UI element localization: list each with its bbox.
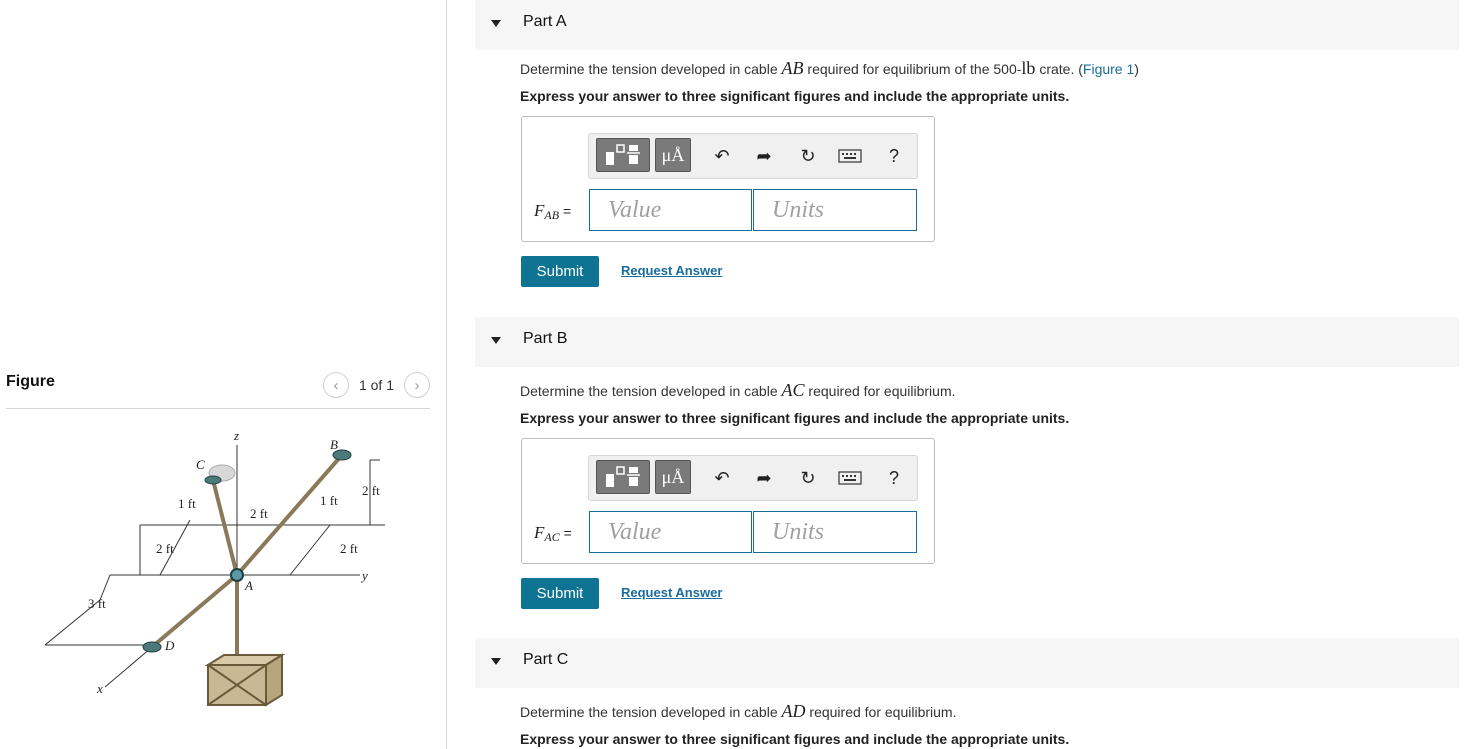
part-a-submit-button[interactable]: Submit — [521, 256, 599, 287]
redo-icon[interactable]: ➦ — [751, 464, 777, 492]
label-z: z — [233, 428, 239, 443]
part-b-submit-button[interactable]: Submit — [521, 578, 599, 609]
label-dim-2ft-right-top: 2 ft — [362, 483, 380, 498]
part-a-request-answer-link[interactable]: Request Answer — [621, 263, 722, 278]
units-button[interactable]: μÅ — [655, 460, 691, 494]
reset-icon[interactable]: ↻ — [795, 142, 821, 170]
chevron-right-icon[interactable]: › — [404, 372, 430, 398]
label-dim-1ft-left: 1 ft — [178, 496, 196, 511]
label-y: y — [360, 568, 368, 583]
label-c: C — [196, 457, 205, 472]
part-c-question: Determine the tension developed in cable… — [520, 701, 957, 721]
part-a-question: Determine the tension developed in cable… — [520, 58, 1139, 78]
part-c-instruction: Express your answer to three significant… — [520, 731, 1070, 747]
templates-icon[interactable] — [596, 460, 650, 494]
part-b-instruction: Express your answer to three significant… — [520, 410, 1070, 426]
part-a-instruction: Express your answer to three significant… — [520, 88, 1070, 104]
label-b: B — [330, 437, 338, 452]
label-dim-3ft: 3 ft — [88, 596, 106, 611]
part-a-header[interactable]: Part A — [475, 0, 1459, 50]
part-a-units-input[interactable]: Units — [753, 189, 917, 231]
part-c-label: Part C — [523, 651, 569, 668]
reset-icon[interactable]: ↻ — [795, 464, 821, 492]
math-toolbar: μÅ ↶ ➦ ↻ ? — [588, 133, 918, 179]
part-b-question: Determine the tension developed in cable… — [520, 380, 956, 400]
figure-link[interactable]: Figure 1 — [1083, 61, 1134, 77]
part-b-request-answer-link[interactable]: Request Answer — [621, 585, 722, 600]
part-b-label: Part B — [523, 330, 568, 347]
undo-icon[interactable]: ↶ — [709, 142, 735, 170]
label-dim-2ft-right: 2 ft — [340, 541, 358, 556]
label-x: x — [96, 681, 103, 696]
part-a-label: Part A — [523, 13, 567, 30]
label-dim-1ft-mid: 1 ft — [320, 493, 338, 508]
label-a: A — [244, 578, 253, 593]
label-d: D — [164, 638, 175, 653]
collapse-triangle-icon[interactable] — [491, 337, 501, 344]
part-a-variable-label: FAB = — [534, 201, 572, 222]
label-dim-2ft-mid: 2 ft — [250, 506, 268, 521]
part-c-header[interactable]: Part C — [475, 638, 1459, 688]
keyboard-icon[interactable] — [837, 464, 863, 492]
undo-icon[interactable]: ↶ — [709, 464, 735, 492]
redo-icon[interactable]: ➦ — [751, 142, 777, 170]
keyboard-icon[interactable] — [837, 142, 863, 170]
figure-pager: ‹ 1 of 1 › — [322, 372, 430, 398]
problem-parts: Part A Determine the tension developed i… — [446, 0, 1471, 749]
label-dim-2ft-left: 2 ft — [156, 541, 174, 556]
chevron-left-icon[interactable]: ‹ — [322, 372, 349, 398]
help-icon[interactable]: ? — [881, 464, 907, 492]
part-a-answer-box: μÅ ↶ ➦ ↻ ? FAB = Value Units — [521, 116, 935, 242]
figure-title: Figure — [6, 373, 55, 390]
part-a-value-input[interactable]: Value — [589, 189, 752, 231]
collapse-triangle-icon[interactable] — [491, 658, 501, 665]
math-toolbar: μÅ ↶ ➦ ↻ ? — [588, 455, 918, 501]
help-icon[interactable]: ? — [881, 142, 907, 170]
cable-system-diagram: z B C A D y x 1 ft 2 ft 1 ft 2 ft 2 ft 2… — [44, 428, 385, 707]
collapse-triangle-icon[interactable] — [491, 20, 501, 27]
units-button[interactable]: μÅ — [655, 138, 691, 172]
part-b-header[interactable]: Part B — [475, 317, 1459, 367]
part-b-value-input[interactable]: Value — [589, 511, 752, 553]
part-b-variable-label: FAC = — [534, 523, 572, 544]
figure-panel: Figure ‹ 1 of 1 › z B C A D y x 1 ft 2 f… — [0, 0, 447, 749]
templates-icon[interactable] — [596, 138, 650, 172]
part-b-units-input[interactable]: Units — [753, 511, 917, 553]
pager-text: 1 of 1 — [358, 377, 394, 393]
part-b-answer-box: μÅ ↶ ➦ ↻ ? FAC = Value Units — [521, 438, 935, 564]
figure-header: Figure ‹ 1 of 1 › — [6, 370, 430, 409]
